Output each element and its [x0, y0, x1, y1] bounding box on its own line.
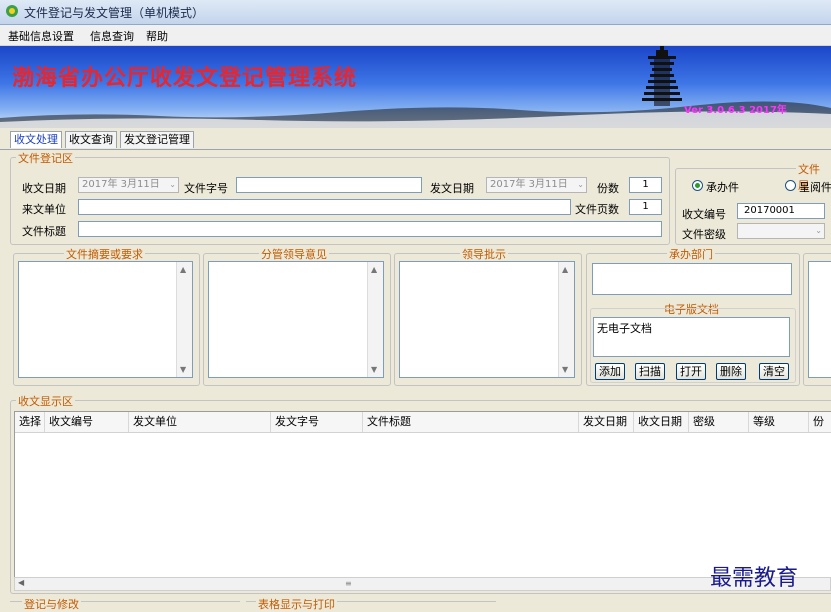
col-level[interactable]: 等级 — [749, 412, 809, 432]
send-date-picker[interactable]: 2017年 3月11日 ⌄ — [486, 177, 587, 193]
system-title: 渤海省办公厅收发文登记管理系统 — [12, 65, 358, 91]
col-send-date[interactable]: 发文日期 — [579, 412, 634, 432]
summary-label: 文件摘要或要求 — [64, 246, 145, 262]
table-header: 选择 收文编号 发文单位 发文字号 文件标题 发文日期 收文日期 密级 等级 份 — [15, 412, 831, 433]
department-label: 承办部门 — [667, 246, 715, 262]
chevron-down-icon: ⌄ — [815, 226, 822, 235]
copies-label: 份数 — [597, 182, 619, 195]
edoc-list[interactable]: 无电子文档 — [593, 317, 790, 357]
leader-instruction-scrollbar[interactable]: ▲ ▼ — [558, 262, 574, 377]
radio-handle-label: 承办件 — [706, 181, 739, 194]
chevron-down-icon: ⌄ — [169, 180, 176, 189]
app-icon — [6, 5, 18, 17]
send-date-label: 发文日期 — [430, 182, 474, 195]
menu-info-query[interactable]: 信息查询 — [90, 28, 134, 44]
edoc-list-item[interactable]: 无电子文档 — [597, 322, 652, 335]
leader-instruction-label: 领导批示 — [460, 246, 508, 262]
send-date-value: 2017年 3月11日 — [490, 179, 568, 190]
menu-bar: 基础信息设置 信息查询 帮助 — [0, 25, 831, 46]
col-doc-number[interactable]: 发文字号 — [271, 412, 363, 432]
scroll-up-icon[interactable]: ▲ — [180, 265, 186, 274]
radio-handle[interactable] — [692, 180, 703, 191]
col-copies[interactable]: 份 — [809, 412, 831, 432]
leader-opinion-scrollbar[interactable]: ▲ ▼ — [367, 262, 383, 377]
watermark: 最需教育 — [710, 566, 799, 591]
delete-button[interactable]: 删除 — [716, 363, 746, 380]
secret-level-select[interactable]: ⌄ — [737, 223, 825, 239]
from-unit-label: 来文单位 — [22, 203, 66, 216]
leader-instruction-textarea[interactable]: ▲ ▼ — [399, 261, 575, 378]
leader-opinion-textarea[interactable]: ▲ ▼ — [208, 261, 384, 378]
scroll-thumb-grip-icon[interactable]: ≡ — [345, 579, 357, 589]
copies-input[interactable]: 1 — [629, 177, 662, 193]
tab-receive-processing[interactable]: 收文处理 — [10, 131, 62, 148]
display-group-label: 收文显示区 — [16, 393, 75, 409]
open-button[interactable]: 打开 — [676, 363, 706, 380]
title-label: 文件标题 — [22, 225, 66, 238]
col-select[interactable]: 选择 — [15, 412, 45, 432]
add-button[interactable]: 添加 — [595, 363, 625, 380]
title-input[interactable] — [78, 221, 662, 237]
clear-button[interactable]: 清空 — [759, 363, 789, 380]
scroll-up-icon[interactable]: ▲ — [371, 265, 377, 274]
scroll-up-icon[interactable]: ▲ — [562, 265, 568, 274]
scroll-down-icon[interactable]: ▼ — [562, 365, 568, 374]
scroll-down-icon[interactable]: ▼ — [371, 365, 377, 374]
summary-textarea[interactable]: ▲ ▼ — [18, 261, 193, 378]
col-receive-date[interactable]: 收文日期 — [634, 412, 689, 432]
col-doc-title[interactable]: 文件标题 — [363, 412, 579, 432]
table-hscrollbar[interactable]: ◀ ≡ — [14, 577, 831, 591]
radio-read-label: 呈阅件 — [799, 181, 831, 194]
receive-date-picker[interactable]: 2017年 3月11日 ⌄ — [78, 177, 179, 193]
window-titlebar: 文件登记与发文管理（单机模式） — [0, 0, 831, 25]
summary-scrollbar[interactable]: ▲ ▼ — [176, 262, 192, 377]
pages-input[interactable]: 1 — [629, 199, 662, 215]
secret-level-label: 文件密级 — [682, 228, 726, 241]
scan-button[interactable]: 扫描 — [635, 363, 665, 380]
receive-table: 选择 收文编号 发文单位 发文字号 文件标题 发文日期 收文日期 密级 等级 份 — [14, 411, 831, 579]
chevron-down-icon: ⌄ — [577, 180, 584, 189]
menu-basic-settings[interactable]: 基础信息设置 — [8, 28, 74, 44]
from-unit-input[interactable] — [78, 199, 571, 215]
col-send-unit[interactable]: 发文单位 — [129, 412, 271, 432]
scroll-down-icon[interactable]: ▼ — [180, 365, 186, 374]
registration-group-label: 文件登记区 — [16, 150, 75, 166]
extra-textarea[interactable] — [808, 261, 831, 378]
doc-number-label: 文件字号 — [184, 182, 228, 195]
doc-number-input[interactable] — [236, 177, 422, 193]
receive-no-input[interactable]: 20170001 — [737, 203, 825, 219]
receive-date-value: 2017年 3月11日 — [82, 179, 160, 190]
scroll-left-icon[interactable]: ◀ — [18, 578, 24, 587]
menu-help[interactable]: 帮助 — [146, 28, 168, 44]
receive-date-label: 收文日期 — [22, 182, 66, 195]
pages-label: 文件页数 — [575, 203, 619, 216]
col-secret[interactable]: 密级 — [689, 412, 749, 432]
print-group-label: 表格显示与打印 — [256, 596, 337, 612]
tab-send-registration[interactable]: 发文登记管理 — [120, 131, 194, 148]
window-title: 文件登记与发文管理（单机模式） — [24, 6, 205, 20]
version-text: Ver 3.0.6.3 2017年 — [684, 105, 787, 116]
department-input[interactable] — [592, 263, 792, 295]
tab-receive-query[interactable]: 收文查询 — [65, 131, 117, 148]
header-banner: 渤海省办公厅收发文登记管理系统 Ver 3.0.6.3 2017年 — [0, 46, 831, 128]
col-receive-no[interactable]: 收文编号 — [45, 412, 129, 432]
radio-read[interactable] — [785, 180, 796, 191]
leader-opinion-label: 分管领导意见 — [259, 246, 329, 262]
tab-bar: 收文处理 收文查询 发文登记管理 — [0, 129, 831, 150]
receive-no-label: 收文编号 — [682, 208, 726, 221]
edit-group-label: 登记与修改 — [22, 596, 81, 612]
